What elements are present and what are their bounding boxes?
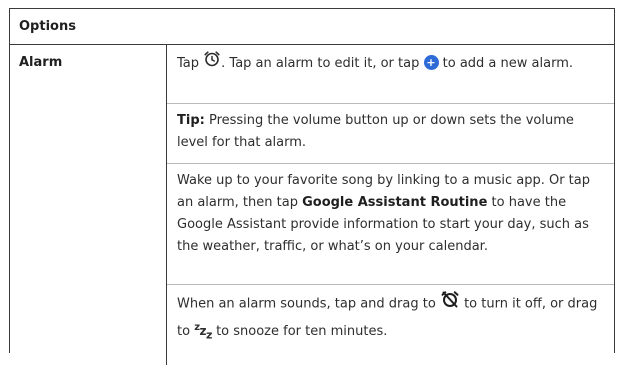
tip-text: Pressing the volume button up or down se… — [177, 113, 574, 150]
row-label-alarm: Alarm — [19, 55, 63, 70]
row-description-cell: Tap . Tap an alarm to edit it, or tap + … — [167, 45, 614, 365]
alarm-paragraph-tip: Tip: Pressing the volume button up or do… — [167, 103, 614, 154]
p4-text-part3: to snooze for ten minutes. — [216, 324, 388, 339]
p4-text-part1: When an alarm sounds, tap and drag to — [177, 296, 436, 312]
alarm-paragraph-3: Wake up to your favorite song by linking… — [167, 163, 614, 258]
row-label-cell: Alarm — [10, 45, 167, 365]
p1-text-after-clock: . Tap an alarm to edit it, or tap — [221, 56, 420, 71]
tip-label: Tip: — [177, 113, 205, 128]
p1-text-after-plus: to add a new alarm. — [442, 56, 573, 71]
options-table: Options Alarm Tap . Tap an alarm to edit… — [9, 8, 615, 365]
alarm-clock-icon — [203, 50, 221, 75]
alarm-off-icon — [440, 290, 460, 316]
table-header-row: Options — [10, 9, 614, 45]
add-alarm-plus-icon: + — [423, 55, 439, 70]
p3-bold-google-assistant-routine: Google Assistant Routine — [302, 195, 488, 210]
p1-text-before-clock: Tap — [177, 56, 200, 71]
table-header-options: Options — [19, 19, 76, 34]
alarm-paragraph-1: Tap . Tap an alarm to edit it, or tap + … — [167, 51, 614, 76]
snooze-zz-icon: zzz — [194, 322, 212, 342]
alarm-paragraph-4: When an alarm sounds, tap and drag to to… — [167, 284, 614, 346]
